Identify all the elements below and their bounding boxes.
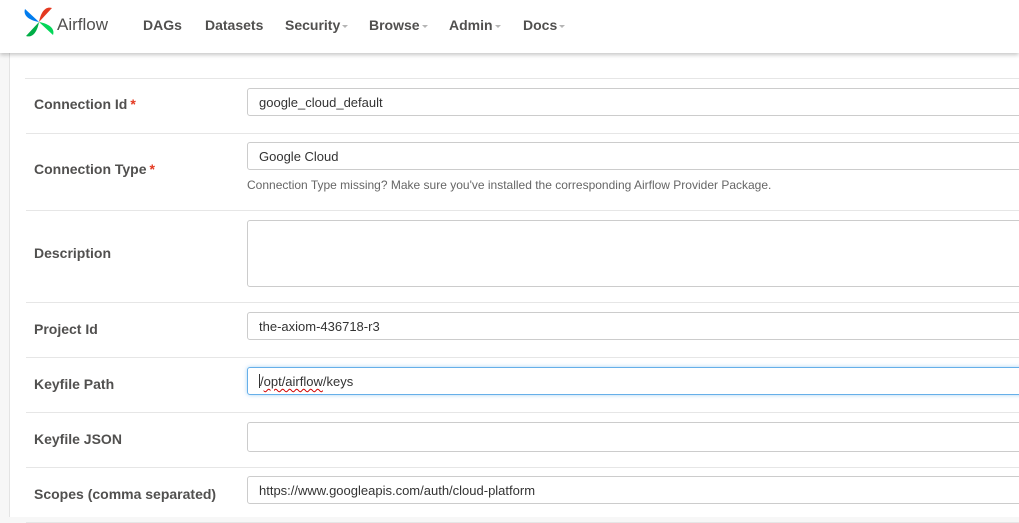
nav-admin[interactable]: Admin: [449, 17, 501, 33]
nav-docs[interactable]: Docs: [523, 17, 566, 33]
required-mark: *: [130, 96, 136, 112]
row-project-id: Project Id the-axiom-436718-r3: [26, 303, 1019, 358]
connection-form: Connection Id * google_cloud_default Conn…: [25, 78, 1019, 523]
chevron-down-icon: [559, 24, 566, 28]
chevron-down-icon: [494, 24, 501, 28]
row-scopes: Scopes (comma separated) https://www.goo…: [26, 468, 1019, 523]
brand-name: Airflow: [57, 15, 109, 34]
row-keyfile-json: Keyfile JSON: [26, 413, 1019, 468]
keyfile-path-suffix: /keys: [322, 374, 354, 389]
nav-docs-label: Docs: [523, 17, 558, 33]
nav-admin-label: Admin: [449, 17, 493, 33]
scopes-input[interactable]: https://www.googleapis.com/auth/cloud-pl…: [247, 476, 1019, 504]
scopes-label: Scopes (comma separated): [34, 486, 217, 502]
chevron-down-icon: [342, 24, 349, 28]
nav-dags[interactable]: DAGs: [143, 17, 182, 33]
keyfile-path-label: Keyfile Path: [34, 376, 115, 392]
nav-datasets-label: Datasets: [205, 17, 264, 33]
connection-type-label-text: Connection Type: [34, 161, 147, 177]
connection-id-label-text: Connection Id: [34, 96, 128, 112]
nav-security-label: Security: [285, 17, 341, 33]
airflow-pinwheel-icon: [22, 5, 56, 44]
connection-type-label: Connection Type *: [34, 161, 155, 177]
project-id-input[interactable]: the-axiom-436718-r3: [247, 312, 1019, 340]
nav-browse[interactable]: Browse: [369, 17, 428, 33]
nav-browse-label: Browse: [369, 17, 420, 33]
row-connection-type: Connection Type * Google Cloud Connection…: [26, 134, 1019, 211]
project-id-label: Project Id: [34, 321, 98, 337]
keyfile-path-misspelled: opt/airflow: [263, 374, 323, 389]
keyfile-json-input[interactable]: [247, 422, 1019, 452]
nav-datasets[interactable]: Datasets: [205, 17, 263, 33]
keyfile-json-label: Keyfile JSON: [34, 431, 122, 447]
required-mark: *: [149, 161, 155, 177]
connection-id-input[interactable]: google_cloud_default: [247, 88, 1019, 116]
row-connection-id: Connection Id * google_cloud_default: [26, 79, 1019, 134]
connection-type-select[interactable]: Google Cloud: [247, 142, 1019, 170]
chevron-down-icon: [421, 24, 428, 28]
keyfile-path-input[interactable]: /opt/airflow/keys: [247, 367, 1019, 395]
row-description: Description: [26, 211, 1019, 303]
airflow-brand[interactable]: Airflow: [22, 5, 108, 44]
top-navbar: Airflow DAGs Datasets Security Browse Ad…: [0, 0, 1019, 53]
page-content: Connection Id * google_cloud_default Conn…: [9, 53, 1019, 523]
connection-id-label: Connection Id *: [34, 96, 136, 112]
nav-dags-label: DAGs: [143, 17, 182, 33]
description-label: Description: [34, 245, 112, 261]
description-textarea[interactable]: [247, 220, 1019, 287]
nav-security[interactable]: Security: [285, 17, 349, 33]
row-keyfile-path: Keyfile Path /opt/airflow/keys: [26, 358, 1019, 413]
connection-type-help: Connection Type missing? Make sure you'v…: [247, 178, 772, 192]
